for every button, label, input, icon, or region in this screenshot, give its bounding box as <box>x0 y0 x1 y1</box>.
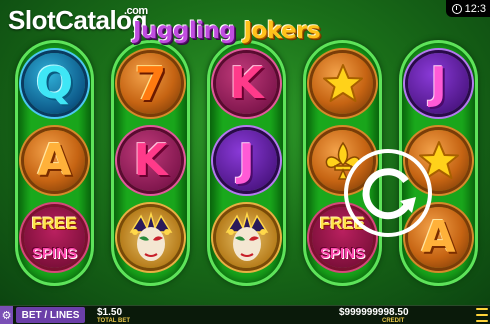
game-logo: Juggling Jokers <box>133 18 321 44</box>
symbol-k: K <box>216 53 277 114</box>
clock: 12:3 <box>445 0 490 17</box>
symbol-q: Q <box>24 53 85 114</box>
symbol-j: J <box>216 130 277 191</box>
symbol-k: K <box>120 130 181 191</box>
total-bet-value: $1.50 <box>97 307 123 318</box>
hamburger-icon[interactable] <box>476 308 488 322</box>
joker-mask-icon <box>225 210 268 261</box>
spin-button[interactable] <box>342 147 434 239</box>
watermark: SlotCatalog .com <box>8 5 148 36</box>
clock-time: 12:3 <box>464 3 486 15</box>
clock-icon <box>451 4 462 14</box>
credit-label: CREDIT <box>382 318 405 324</box>
symbol-j: J <box>408 53 469 114</box>
spin-arrow-icon <box>362 168 412 220</box>
bottom-bar: ⚙ BET / LINES $1.50 TOTAL BET $999999998… <box>0 305 490 324</box>
symbol-free-spins: FREE SPINS <box>24 207 85 268</box>
symbol-joker-mask <box>216 207 277 268</box>
reel-1: Q A FREE SPINS <box>15 40 94 286</box>
reel-2: 7 K <box>111 40 190 286</box>
symbol-a: A <box>24 130 85 191</box>
gear-icon[interactable]: ⚙ <box>0 306 13 324</box>
bet-lines-button[interactable]: BET / LINES <box>16 307 85 323</box>
symbol-seven: 7 <box>120 53 181 114</box>
reel-3: K J <box>207 40 286 286</box>
game-stage: SlotCatalog .com Juggling Jokers 12:3 Q A… <box>0 0 490 305</box>
game-title-word1: Juggling <box>133 18 236 44</box>
symbol-star <box>312 53 373 114</box>
credit-value: $999999998.50 <box>339 307 409 318</box>
total-bet-label: TOTAL BET <box>97 318 130 324</box>
star-icon <box>322 63 363 102</box>
joker-mask-icon <box>129 210 172 261</box>
watermark-suffix: .com <box>124 5 148 17</box>
symbol-joker-mask <box>120 207 181 268</box>
game-title-word2: Jokers <box>243 18 321 44</box>
